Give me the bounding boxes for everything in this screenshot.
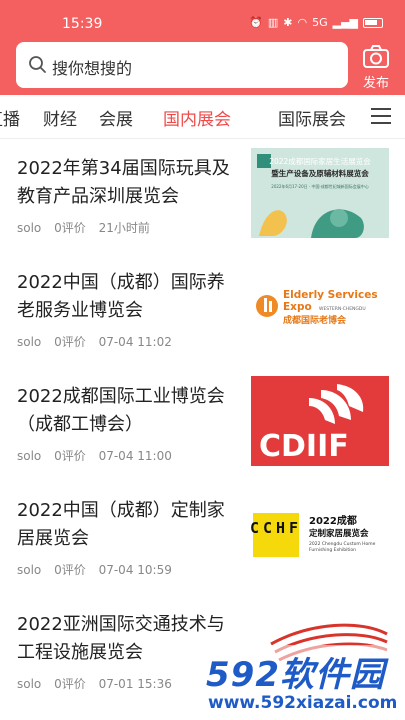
- article-meta: solo 0评价 21小时前: [17, 219, 159, 236]
- article-meta: solo 0评价 07-04 11:00: [17, 447, 181, 464]
- publish-label: 发布: [362, 76, 389, 91]
- list-item[interactable]: 2022年第34届国际玩具及教育产品深圳展览会 solo 0评价 21小时前 2…: [0, 145, 405, 259]
- article-time: 21小时前: [98, 221, 150, 235]
- article-reviews: 0评价: [54, 335, 86, 349]
- list-item[interactable]: 2022中国（成都）定制家居展览会 solo 0评价 07-04 10:59 C…: [0, 487, 405, 601]
- article-thumbnail[interactable]: CDIIF: [251, 376, 389, 466]
- article-title[interactable]: 2022成都国际工业博览会（成都工博会）: [17, 383, 237, 439]
- menu-icon[interactable]: [371, 108, 391, 129]
- article-meta: solo 0评价 07-04 11:02: [17, 333, 181, 350]
- article-author: solo: [17, 221, 42, 235]
- tab-domestic-exhibition[interactable]: 国内展会: [163, 105, 231, 130]
- thumb-heading: 2022成都国际家居生活展览会: [269, 156, 371, 166]
- article-reviews: 0评价: [54, 221, 86, 235]
- publish-button[interactable]: 发布: [356, 44, 396, 91]
- search-icon: [28, 55, 48, 79]
- status-bar: 15:39 ⏰ ▥ ✱ ◠ 5G ▂▄▆: [0, 0, 405, 44]
- article-title[interactable]: 2022中国（成都）国际养老服务业博览会: [17, 269, 237, 325]
- category-tabs: 直播 财经 会展 国内展会 国际展会: [0, 95, 405, 139]
- list-item[interactable]: 2022中国（成都）国际养老服务业博览会 solo 0评价 07-04 11:0…: [0, 259, 405, 373]
- article-meta: solo 0评价 07-04 10:59: [17, 561, 181, 578]
- signal-text: 5G: [312, 16, 328, 29]
- bluetooth-icon: ✱: [283, 16, 293, 29]
- article-reviews: 0评价: [54, 449, 86, 463]
- alarm-icon: ⏰: [249, 16, 263, 29]
- article-time: 07-01 15:36: [98, 677, 172, 691]
- status-time: 15:39: [62, 16, 103, 32]
- search-placeholder: 搜你想搜的: [52, 59, 133, 78]
- thumb-sub: 暨生产设备及原辅材料展览会: [271, 168, 369, 178]
- thumb-line2: Expo: [283, 301, 312, 313]
- article-author: solo: [17, 449, 42, 463]
- thumb-line3: WESTERN·CHENGDU: [319, 306, 366, 312]
- tab-live[interactable]: 直播: [0, 105, 20, 130]
- thumb-line1: 2022成都: [309, 514, 357, 527]
- article-author: solo: [17, 563, 42, 577]
- article-thumbnail[interactable]: Elderly Services Expo WESTERN·CHENGDU 成都…: [251, 262, 389, 352]
- tab-finance[interactable]: 财经: [43, 105, 77, 130]
- list-item[interactable]: 2022成都国际工业博览会（成都工博会） solo 0评价 07-04 11:0…: [0, 373, 405, 487]
- article-time: 07-04 11:02: [98, 335, 172, 349]
- article-title[interactable]: 2022年第34届国际玩具及教育产品深圳展览会: [17, 155, 237, 211]
- search-bar[interactable]: 搜你想搜的: [16, 42, 348, 88]
- thumb-line2: 定制家居展览会: [308, 528, 369, 539]
- battery-icon: [363, 17, 383, 28]
- vibrate-icon: ▥: [267, 16, 279, 29]
- article-time: 07-04 11:00: [98, 449, 172, 463]
- watermark: 592软件园 www.592xiazai.com: [200, 645, 405, 720]
- thumb-mark: CCHF: [251, 519, 302, 537]
- thumb-detail: 2022年6月17-20日 · 中国·成都世纪城新国际会展中心: [271, 183, 368, 189]
- thumb-line3: 2022 Chengdu Custom Home: [309, 541, 376, 547]
- signal-icon: ▂▄▆: [332, 16, 358, 29]
- article-reviews: 0评价: [54, 677, 86, 691]
- article-thumbnail[interactable]: 2022成都国际家居生活展览会 暨生产设备及原辅材料展览会 2022年6月17-…: [251, 148, 389, 238]
- wifi-icon: ◠: [297, 16, 308, 29]
- article-title[interactable]: 2022中国（成都）定制家居展览会: [17, 497, 237, 553]
- article-author: solo: [17, 335, 42, 349]
- status-icons: ⏰ ▥ ✱ ◠ 5G ▂▄▆: [249, 16, 383, 29]
- watermark-brand: 592软件园: [206, 655, 385, 695]
- article-reviews: 0评价: [54, 563, 86, 577]
- app-header: 15:39 ⏰ ▥ ✱ ◠ 5G ▂▄▆ 搜你想搜的 发布: [0, 0, 405, 95]
- thumb-line4: 成都国际老博会: [283, 314, 347, 326]
- article-thumbnail[interactable]: CCHF 2022成都 定制家居展览会 2022 Chengdu Custom …: [251, 490, 389, 580]
- article-meta: solo 0评价 07-01 15:36: [17, 675, 181, 692]
- tab-international-exhibition[interactable]: 国际展会: [278, 105, 346, 130]
- tab-exhibition[interactable]: 会展: [99, 105, 133, 130]
- thumb-line4: Furnishing Exhibition: [309, 547, 356, 553]
- article-author: solo: [17, 677, 42, 691]
- article-time: 07-04 10:59: [98, 563, 172, 577]
- thumb-line1: Elderly Services: [283, 289, 378, 301]
- thumb-logo: CDIIF: [259, 429, 349, 464]
- watermark-url: www.592xiazai.com: [208, 693, 398, 713]
